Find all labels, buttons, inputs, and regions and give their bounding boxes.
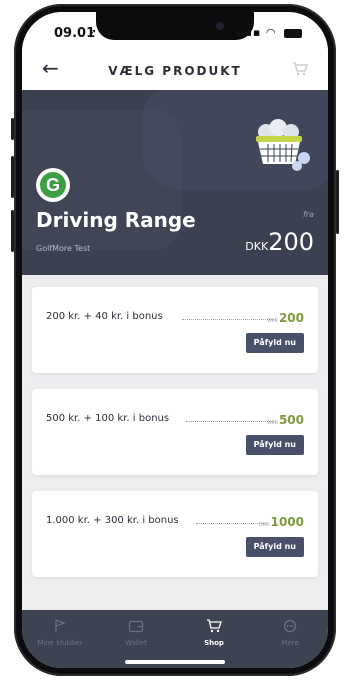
tab-label: Mere bbox=[281, 639, 299, 647]
product-currency: DKK bbox=[267, 318, 278, 324]
hero-currency: DKK bbox=[245, 240, 269, 253]
notch bbox=[96, 12, 254, 40]
app-screen: 09.01 ➚ ▪▪▪ ◠ ← VÆLG PRODUKT G Driving R… bbox=[22, 12, 328, 668]
cart-icon[interactable] bbox=[292, 62, 308, 76]
wifi-icon: ◠ bbox=[265, 26, 277, 39]
dotted-leader bbox=[186, 421, 274, 422]
tab-wallet[interactable]: Wallet bbox=[98, 618, 174, 647]
tab-label: Mine klubber bbox=[37, 639, 83, 647]
product-price: DKK200 bbox=[268, 307, 304, 326]
product-price: DKK1000 bbox=[259, 511, 304, 530]
location-arrow-icon: ➚ bbox=[89, 28, 97, 38]
refill-button[interactable]: Påfyld nu bbox=[245, 537, 304, 557]
product-label: 200 kr. + 40 kr. i bonus bbox=[46, 311, 163, 322]
refill-button[interactable]: Påfyld nu bbox=[245, 333, 304, 353]
tab-mere[interactable]: Mere bbox=[252, 618, 328, 647]
product-card: 500 kr. + 100 kr. i bonus DKK500 Påfyld … bbox=[32, 389, 318, 475]
wallet-icon bbox=[128, 620, 144, 633]
product-amount: 1000 bbox=[270, 515, 304, 529]
product-hero: G Driving Range GolfMore Test fra DKK200 bbox=[22, 90, 328, 275]
product-label: 1.000 kr. + 300 kr. i bonus bbox=[46, 515, 179, 526]
nav-bar: ← VÆLG PRODUKT bbox=[22, 52, 328, 90]
signal-icon: ▪▪▪ bbox=[236, 26, 262, 39]
mute-switch bbox=[11, 118, 14, 140]
club-logo: G bbox=[36, 168, 70, 202]
product-card: 200 kr. + 40 kr. i bonus DKK200 Påfyld n… bbox=[32, 287, 318, 373]
club-logo-mark: G bbox=[40, 172, 66, 198]
power-button bbox=[336, 170, 339, 234]
price-from-label: fra bbox=[302, 210, 314, 219]
status-icons: ▪▪▪ ◠ bbox=[236, 26, 302, 39]
product-title: Driving Range bbox=[36, 208, 196, 232]
product-amount: 200 bbox=[278, 311, 304, 325]
club-name: GolfMore Test bbox=[36, 244, 91, 253]
product-amount: 500 bbox=[278, 413, 304, 427]
status-bar: 09.01 ➚ ▪▪▪ ◠ bbox=[22, 12, 328, 52]
product-label: 500 kr. + 100 kr. i bonus bbox=[46, 413, 170, 424]
tab-shop[interactable]: Shop bbox=[176, 618, 252, 647]
home-indicator bbox=[125, 660, 225, 664]
dotted-leader bbox=[196, 523, 266, 524]
product-currency: DKK bbox=[267, 420, 278, 426]
tab-label: Shop bbox=[204, 639, 224, 647]
refill-button[interactable]: Påfyld nu bbox=[245, 435, 304, 455]
volume-down-button bbox=[11, 210, 14, 252]
more-icon bbox=[283, 619, 297, 633]
product-price: DKK500 bbox=[268, 409, 304, 428]
tab-mine-klubber[interactable]: Mine klubber bbox=[22, 618, 98, 647]
product-card: 1.000 kr. + 300 kr. i bonus DKK1000 Påfy… bbox=[32, 491, 318, 577]
ball-basket-icon bbox=[256, 119, 310, 171]
hero-amount: 200 bbox=[268, 228, 314, 256]
tab-label: Wallet bbox=[125, 639, 147, 647]
dotted-leader bbox=[182, 319, 274, 320]
product-currency: DKK bbox=[259, 522, 270, 528]
page-title: VÆLG PRODUKT bbox=[108, 64, 242, 78]
front-camera bbox=[216, 22, 224, 30]
volume-up-button bbox=[11, 156, 14, 198]
product-list: 200 kr. + 40 kr. i bonus DKK200 Påfyld n… bbox=[22, 275, 328, 610]
flag-icon bbox=[55, 619, 66, 632]
cart-icon bbox=[207, 619, 222, 633]
hero-price: DKK200 bbox=[245, 228, 314, 256]
battery-icon bbox=[284, 28, 302, 38]
